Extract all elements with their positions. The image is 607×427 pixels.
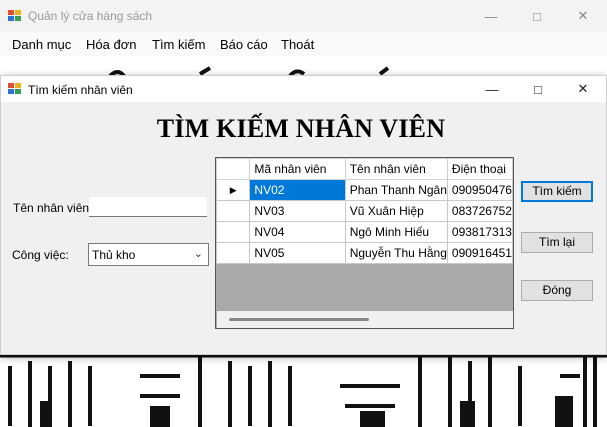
- table-cell[interactable]: NV02: [249, 179, 346, 201]
- dialog-close-button[interactable]: ✕: [560, 76, 606, 102]
- table-cell[interactable]: 090916451: [446, 242, 513, 264]
- maximize-icon: □: [534, 81, 542, 97]
- job-selected-value: Thủ kho: [92, 248, 136, 262]
- table-cell[interactable]: NV04: [249, 221, 346, 243]
- dialog-minimize-button[interactable]: —: [469, 76, 515, 102]
- job-select[interactable]: Thủ kho ⌄: [88, 243, 209, 266]
- table-cell[interactable]: 090950476: [446, 179, 513, 201]
- search-button[interactable]: Tìm kiếm: [521, 181, 593, 202]
- menu-hoa-don[interactable]: Hóa đơn: [86, 37, 136, 52]
- app-icon: [8, 10, 22, 22]
- main-minimize-button[interactable]: —: [468, 0, 514, 32]
- table-row[interactable]: NV05 Nguyễn Thu Hằng 090916451: [216, 242, 513, 264]
- grid-horizontal-scrollbar[interactable]: [217, 311, 513, 328]
- column-header-dien-thoai[interactable]: Điện thoại: [446, 158, 513, 180]
- main-close-button[interactable]: ✕: [560, 0, 606, 32]
- close-icon: ✕: [577, 8, 589, 23]
- table-row[interactable]: NV04 Ngô Minh Hiếu 093817313: [216, 221, 513, 243]
- table-cell[interactable]: Phan Thanh Ngân: [344, 179, 448, 201]
- page-heading: TÌM KIẾM NHÂN VIÊN: [156, 114, 446, 143]
- table-cell[interactable]: 083726752: [446, 200, 513, 222]
- current-row-indicator-icon[interactable]: ▶: [216, 179, 251, 201]
- table-cell[interactable]: Ngô Minh Hiếu: [344, 221, 448, 243]
- job-label: Công việc:: [12, 248, 69, 262]
- table-row[interactable]: ▶ NV02 Phan Thanh Ngân 090950476: [216, 179, 513, 201]
- dialog-maximize-button[interactable]: □: [515, 76, 561, 102]
- close-icon: ✕: [577, 81, 589, 96]
- employee-name-input[interactable]: [89, 197, 207, 217]
- scrollbar-thumb[interactable]: [229, 318, 369, 321]
- row-header[interactable]: [216, 242, 251, 264]
- table-row[interactable]: NV03 Vũ Xuân Hiệp 083726752: [216, 200, 513, 222]
- menu-thoat[interactable]: Thoát: [281, 37, 314, 52]
- minimize-icon: —: [484, 8, 498, 24]
- table-cell[interactable]: Vũ Xuân Hiệp: [344, 200, 448, 222]
- search-employee-dialog: Tìm kiếm nhân viên — □ ✕ TÌM KIẾM NHÂN V…: [0, 75, 607, 355]
- table-cell[interactable]: NV03: [249, 200, 346, 222]
- row-header[interactable]: [216, 221, 251, 243]
- menu-danh-muc[interactable]: Danh mục: [12, 37, 71, 52]
- row-header-corner: [216, 158, 251, 180]
- main-maximize-button[interactable]: □: [514, 0, 560, 32]
- table-cell[interactable]: 093817313: [446, 221, 513, 243]
- row-header[interactable]: [216, 200, 251, 222]
- chevron-down-icon: ⌄: [193, 248, 203, 260]
- close-button[interactable]: Đóng: [521, 280, 593, 301]
- main-menubar: Danh mục Hóa đơn Tìm kiếm Báo cáo Thoát: [0, 32, 607, 56]
- dialog-titlebar[interactable]: Tìm kiếm nhân viên — □ ✕: [1, 76, 606, 102]
- dialog-title: Tìm kiếm nhân viên: [28, 83, 133, 97]
- minimize-icon: —: [485, 81, 499, 97]
- employee-table: Mã nhân viên Tên nhân viên Điện thoại ▶ …: [216, 158, 513, 264]
- employee-grid[interactable]: Mã nhân viên Tên nhân viên Điện thoại ▶ …: [215, 157, 514, 329]
- table-cell[interactable]: NV05: [249, 242, 346, 264]
- column-header-ma-nhan-vien[interactable]: Mã nhân viên: [249, 158, 346, 180]
- menu-bao-cao[interactable]: Báo cáo: [220, 37, 268, 52]
- maximize-icon: □: [533, 8, 541, 24]
- table-cell[interactable]: Nguyễn Thu Hằng: [344, 242, 448, 264]
- dialog-app-icon: [8, 83, 22, 95]
- reset-button[interactable]: Tìm lại: [521, 232, 593, 253]
- employee-name-label: Tên nhân viên:: [13, 201, 93, 215]
- table-header-row: Mã nhân viên Tên nhân viên Điện thoại: [216, 158, 513, 180]
- column-header-ten-nhan-vien[interactable]: Tên nhân viên: [344, 158, 448, 180]
- main-window-title: Quản lý cửa hàng sách: [28, 9, 153, 23]
- main-window-titlebar[interactable]: Quản lý cửa hàng sách — □ ✕: [0, 0, 607, 32]
- menu-tim-kiem[interactable]: Tìm kiếm: [152, 37, 205, 52]
